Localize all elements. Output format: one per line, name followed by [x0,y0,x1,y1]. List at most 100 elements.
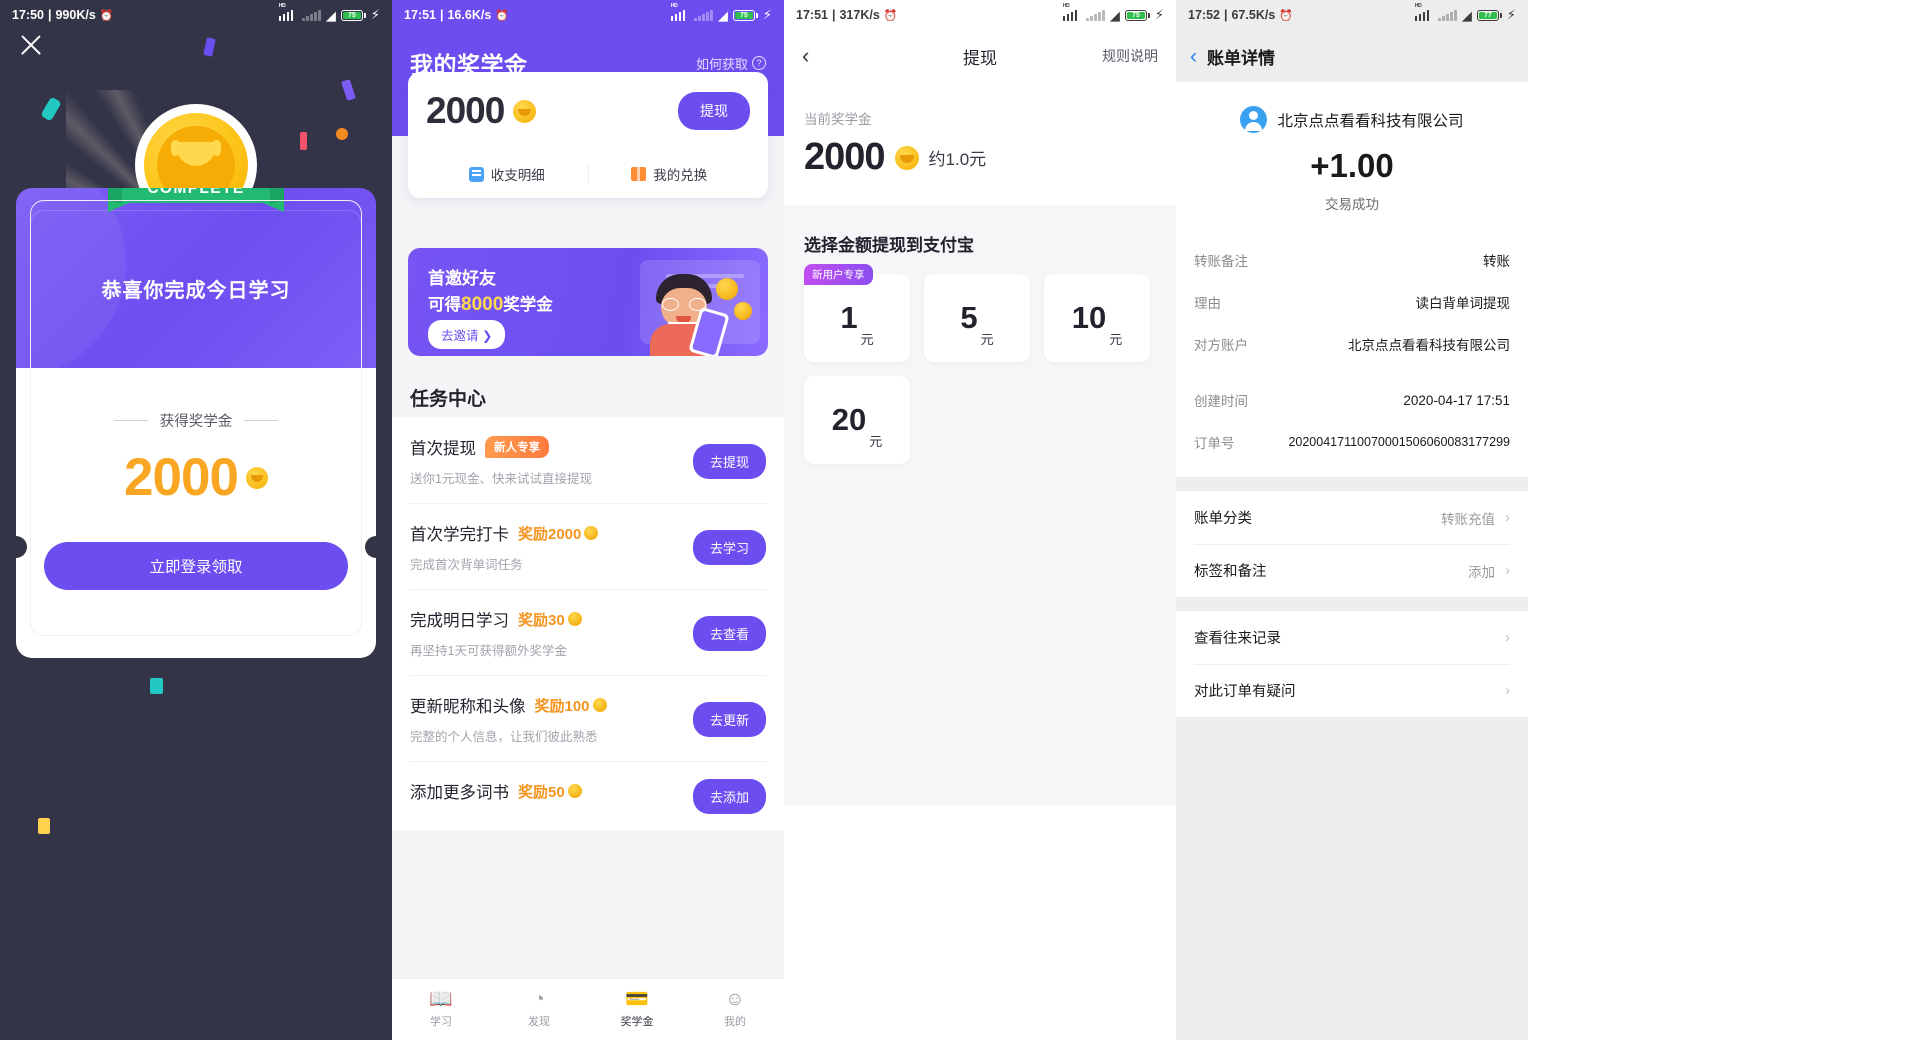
order-question-row[interactable]: 对此订单有疑问 › [1194,664,1510,717]
complete-ribbon: COMPLETE [108,188,284,212]
alarm-icon: ⏰ [495,9,509,22]
task-title-row: 更新昵称和头像 奖励100 [410,693,693,717]
task-row[interactable]: 完成明日学习 奖励30 再坚持1天可获得额外奖学金 去查看 [392,589,784,675]
login-claim-button[interactable]: 立即登录领取 [44,542,348,590]
task-row[interactable]: 首次学完打卡 奖励2000 完成首次背单词任务 去学习 [392,503,784,589]
tags-notes-row[interactable]: 标签和备注 添加 › [1194,544,1510,597]
bill-status: 交易成功 [1325,197,1379,212]
tab-discover[interactable]: ◔ 发现 [490,979,588,1040]
amount-option-1[interactable]: 新用户专享 1 元 [804,264,910,362]
task-reward-text: 奖励2000 [518,525,582,543]
ribbon-label: COMPLETE [147,188,245,197]
detail-key: 对方账户 [1194,338,1248,353]
confetti-piece [300,132,307,150]
task-title-row: 首次提现 新人专享 [410,435,693,459]
got-label-text: 获得奖学金 [159,414,233,430]
chevron-left-icon[interactable]: ‹ [1190,46,1197,67]
task-action-button[interactable]: 去查看 [692,615,766,651]
payee-name: 北京点点看看科技有限公司 [1277,112,1464,130]
tags-notes-value-group: 添加 › [1468,561,1510,581]
task-title: 更新昵称和头像 [410,698,526,716]
task-title-row: 添加更多词书 奖励50 [410,779,693,803]
got-scholarship-label: 获得奖学金 [16,368,376,431]
book-icon: 📖 [429,989,453,1010]
tab-study[interactable]: 📖 学习 [392,979,490,1040]
task-title: 首次学完打卡 [410,526,509,544]
task-action-button[interactable]: 去提现 [692,443,766,479]
detail-row: 转账备注 转账 [1194,239,1510,281]
balance-links: 收支明细 我的兑换 [426,150,750,198]
withdraw-button[interactable]: 提现 [678,92,750,130]
task-row[interactable]: 添加更多词书 奖励50 去添加 [392,761,784,830]
banner-pre: 可得 [428,296,461,314]
meta-row: 订单号 20200417110070001506060083177299 [1194,421,1510,463]
tab-scholarship[interactable]: 💳 奖学金 [588,979,686,1040]
battery-icon: 77 [1476,9,1502,21]
wifi-icon: ◢ [1109,7,1120,23]
coin-icon [734,302,752,320]
how-to-get-link[interactable]: 如何获取 ? [696,54,766,73]
panel-scholarship: 17:51 | 16.6K/s ⏰ HD ◢ 75 ⚡ 我的 奖学金 如何获取 ? [392,0,784,1040]
income-detail-label: 收支明细 [490,168,545,183]
task-title: 添加更多词书 [410,784,509,802]
amount-value: 1 [840,300,858,335]
bill-summary-card: 北京点点看看科技有限公司 +1.00 交易成功 [1176,82,1528,239]
payee-row: 北京点点看看科技有限公司 [1194,106,1510,133]
status-right-1: HD ◢ 75 ⚡ [278,3,380,23]
task-row[interactable]: 首次提现 新人专享 送你1元现金、快来试试直接提现 去提现 [392,417,784,503]
chevron-left-icon[interactable]: ‹ [802,45,809,67]
task-action-button[interactable]: 去更新 [692,701,766,737]
status-sep: | [1223,8,1228,22]
task-subtitle: 完成首次背单词任务 [410,558,523,572]
current-balance-label: 当前奖学金 [804,112,872,127]
task-action-button[interactable]: 去添加 [692,779,766,814]
amount-unit: 元 [869,434,883,449]
confetti-piece [40,96,62,122]
current-balance-value: 2000 [804,136,886,178]
signal2-icon [302,9,321,21]
signal-icon: HD [1062,3,1082,21]
amount-option-10[interactable]: 10 元 [1044,274,1150,362]
tab-profile[interactable]: ☺ 我的 [686,979,784,1040]
status-sep: | [831,8,836,22]
amount-value: 10 [1071,300,1107,335]
signal-icon: HD [670,3,690,21]
task-tag: 新人专享 [485,436,549,458]
invite-banner[interactable]: 首邀好友 可得8000奖学金 去邀请 ❯ [408,248,768,356]
person-icon: ☺ [725,989,745,1010]
question-mark-icon: ? [752,56,766,70]
tags-notes-label: 标签和备注 [1194,564,1267,580]
task-subtitle: 完整的个人信息，让我们彼此熟悉 [410,730,598,744]
avatar [1240,106,1268,133]
my-exchange-link[interactable]: 我的兑换 [589,150,751,198]
invite-button[interactable]: 去邀请 ❯ [428,320,506,349]
bill-category-row[interactable]: 账单分类 转账充值 › [1194,491,1510,544]
status-left-1: 17:50 | 990K/s ⏰ [12,8,114,22]
chevron-right-icon: › [1505,509,1510,526]
income-detail-link[interactable]: 收支明细 [426,150,588,198]
amount-option-20[interactable]: 20 元 [804,376,910,464]
detail-row: 理由 读白背单词提现 [1194,281,1510,323]
view-history-row[interactable]: 查看往来记录 › [1194,611,1510,664]
charging-icon: ⚡ [1154,7,1164,22]
confetti-piece [150,678,163,694]
close-icon[interactable] [18,32,44,58]
meta-key: 订单号 [1194,436,1235,451]
balance-value-group: 2000 [426,90,537,132]
current-balance-row: 2000 约1.0元 [804,136,1176,179]
balance-card: 2000 提现 收支明细 我的兑换 [408,72,768,198]
task-action-button[interactable]: 去学习 [692,529,766,565]
tab-label: 学习 [430,1016,452,1028]
rules-link[interactable]: 规则说明 [1102,46,1158,66]
balance-row: 2000 提现 [426,90,750,132]
tab-label: 奖学金 [620,1016,654,1028]
bill-navbar: ‹ 账单详情 [1176,30,1528,82]
amount-option-5[interactable]: 5 元 [924,274,1030,362]
battery-level: 75 [342,11,361,19]
battery-level: 75 [1126,11,1145,19]
withdraw-body: 选择金额提现到支付宝 新用户专享 1 元 5 元 10 元 20 元 [784,205,1176,805]
task-row[interactable]: 更新昵称和头像 奖励100 完整的个人信息，让我们彼此熟悉 去更新 [392,675,784,761]
modal-header: COMPLETE 恭喜你完成今日学习 [16,188,376,368]
amount-value: 20 [831,402,867,437]
status-speed: 990K/s [55,8,96,22]
